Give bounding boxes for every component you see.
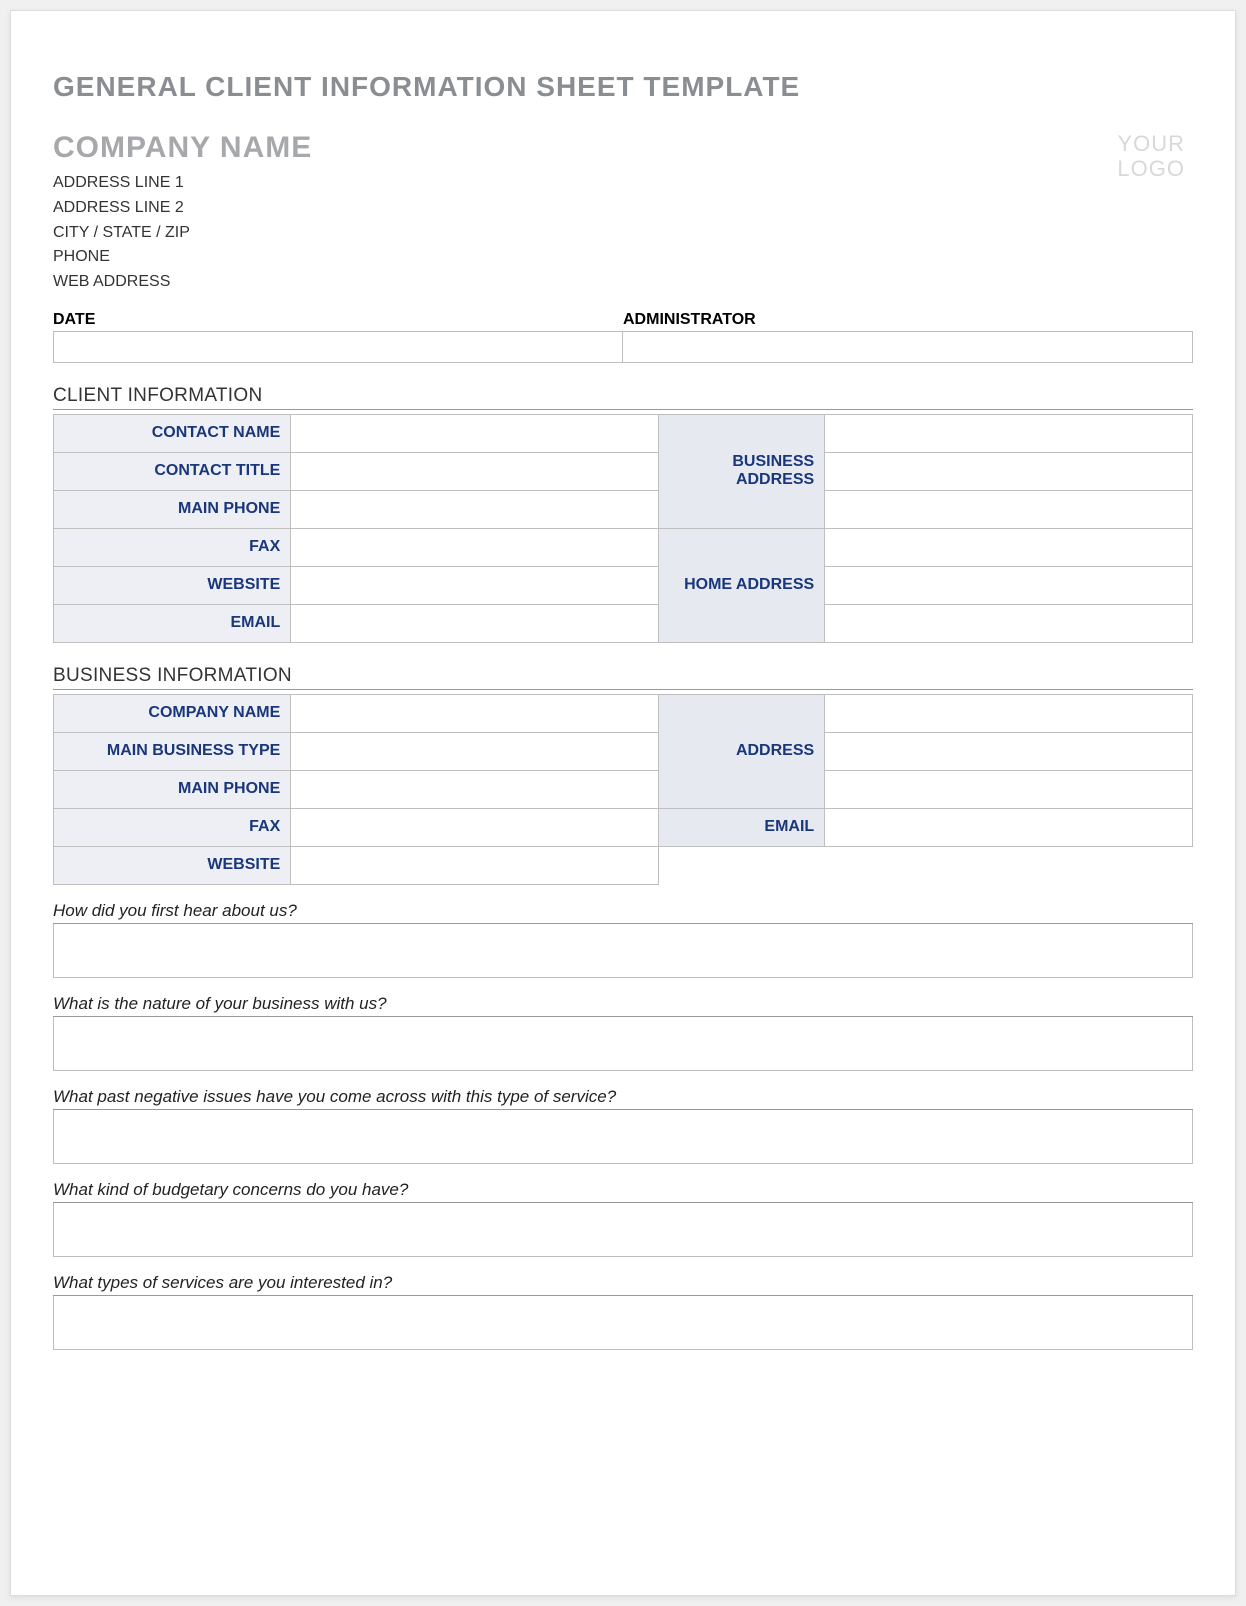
administrator-label: ADMINISTRATOR bbox=[623, 311, 1193, 331]
field-business-address-3[interactable] bbox=[825, 490, 1193, 528]
field-biz-address-2[interactable] bbox=[825, 732, 1193, 770]
company-name: COMPANY NAME bbox=[53, 131, 312, 165]
field-contact-name[interactable] bbox=[291, 414, 659, 452]
label-biz-main-phone: MAIN PHONE bbox=[54, 770, 291, 808]
field-fax[interactable] bbox=[291, 528, 659, 566]
field-main-business-type[interactable] bbox=[291, 732, 659, 770]
field-biz-address-1[interactable] bbox=[825, 694, 1193, 732]
company-phone: PHONE bbox=[53, 245, 312, 270]
client-info-table: CONTACT NAME BUSINESS ADDRESS CONTACT TI… bbox=[53, 414, 1193, 643]
field-biz-website[interactable] bbox=[291, 846, 659, 884]
header-row: COMPANY NAME ADDRESS LINE 1 ADDRESS LINE… bbox=[53, 131, 1193, 295]
label-biz-address: ADDRESS bbox=[659, 694, 825, 808]
label-contact-title: CONTACT TITLE bbox=[54, 452, 291, 490]
label-biz-fax: FAX bbox=[54, 808, 291, 846]
field-business-address-2[interactable] bbox=[825, 452, 1193, 490]
address-line-2: ADDRESS LINE 2 bbox=[53, 196, 312, 221]
question-5: What types of services are you intereste… bbox=[53, 1273, 1193, 1296]
label-biz-website: WEBSITE bbox=[54, 846, 291, 884]
label-website: WEBSITE bbox=[54, 566, 291, 604]
logo-placeholder: YOUR LOGO bbox=[1117, 131, 1185, 182]
field-website[interactable] bbox=[291, 566, 659, 604]
logo-line-2: LOGO bbox=[1117, 156, 1185, 181]
business-info-table: COMPANY NAME ADDRESS MAIN BUSINESS TYPE … bbox=[53, 694, 1193, 885]
label-home-address: HOME ADDRESS bbox=[659, 528, 825, 642]
label-biz-company-name: COMPANY NAME bbox=[54, 694, 291, 732]
date-field[interactable] bbox=[53, 331, 623, 363]
question-1: How did you first hear about us? bbox=[53, 901, 1193, 924]
question-2: What is the nature of your business with… bbox=[53, 994, 1193, 1017]
logo-line-1: YOUR bbox=[1117, 131, 1185, 156]
label-biz-email: EMAIL bbox=[659, 808, 825, 846]
answer-1[interactable] bbox=[53, 924, 1193, 978]
empty-cell bbox=[659, 846, 825, 884]
question-4: What kind of budgetary concerns do you h… bbox=[53, 1180, 1193, 1203]
client-info-heading: CLIENT INFORMATION bbox=[53, 385, 1193, 410]
company-web: WEB ADDRESS bbox=[53, 270, 312, 295]
answer-3[interactable] bbox=[53, 1110, 1193, 1164]
field-home-address-2[interactable] bbox=[825, 566, 1193, 604]
address-line-1: ADDRESS LINE 1 bbox=[53, 171, 312, 196]
field-business-address-1[interactable] bbox=[825, 414, 1193, 452]
field-biz-email[interactable] bbox=[825, 808, 1193, 846]
empty-cell bbox=[825, 846, 1193, 884]
business-info-heading: BUSINESS INFORMATION bbox=[53, 665, 1193, 690]
field-biz-fax[interactable] bbox=[291, 808, 659, 846]
field-contact-title[interactable] bbox=[291, 452, 659, 490]
answer-5[interactable] bbox=[53, 1296, 1193, 1350]
date-label: DATE bbox=[53, 311, 623, 331]
document-page: GENERAL CLIENT INFORMATION SHEET TEMPLAT… bbox=[10, 10, 1236, 1596]
label-business-address: BUSINESS ADDRESS bbox=[659, 414, 825, 528]
field-email[interactable] bbox=[291, 604, 659, 642]
label-main-phone: MAIN PHONE bbox=[54, 490, 291, 528]
label-email: EMAIL bbox=[54, 604, 291, 642]
label-contact-name: CONTACT NAME bbox=[54, 414, 291, 452]
field-biz-main-phone[interactable] bbox=[291, 770, 659, 808]
date-admin-row: DATE ADMINISTRATOR bbox=[53, 311, 1193, 363]
field-home-address-3[interactable] bbox=[825, 604, 1193, 642]
question-3: What past negative issues have you come … bbox=[53, 1087, 1193, 1110]
answer-4[interactable] bbox=[53, 1203, 1193, 1257]
document-title: GENERAL CLIENT INFORMATION SHEET TEMPLAT… bbox=[53, 71, 1193, 103]
city-state-zip: CITY / STATE / ZIP bbox=[53, 221, 312, 246]
administrator-field[interactable] bbox=[623, 331, 1193, 363]
field-home-address-1[interactable] bbox=[825, 528, 1193, 566]
label-fax: FAX bbox=[54, 528, 291, 566]
field-main-phone[interactable] bbox=[291, 490, 659, 528]
answer-2[interactable] bbox=[53, 1017, 1193, 1071]
field-biz-address-3[interactable] bbox=[825, 770, 1193, 808]
label-main-business-type: MAIN BUSINESS TYPE bbox=[54, 732, 291, 770]
company-block: COMPANY NAME ADDRESS LINE 1 ADDRESS LINE… bbox=[53, 131, 312, 295]
field-biz-company-name[interactable] bbox=[291, 694, 659, 732]
company-address-lines: ADDRESS LINE 1 ADDRESS LINE 2 CITY / STA… bbox=[53, 171, 312, 295]
